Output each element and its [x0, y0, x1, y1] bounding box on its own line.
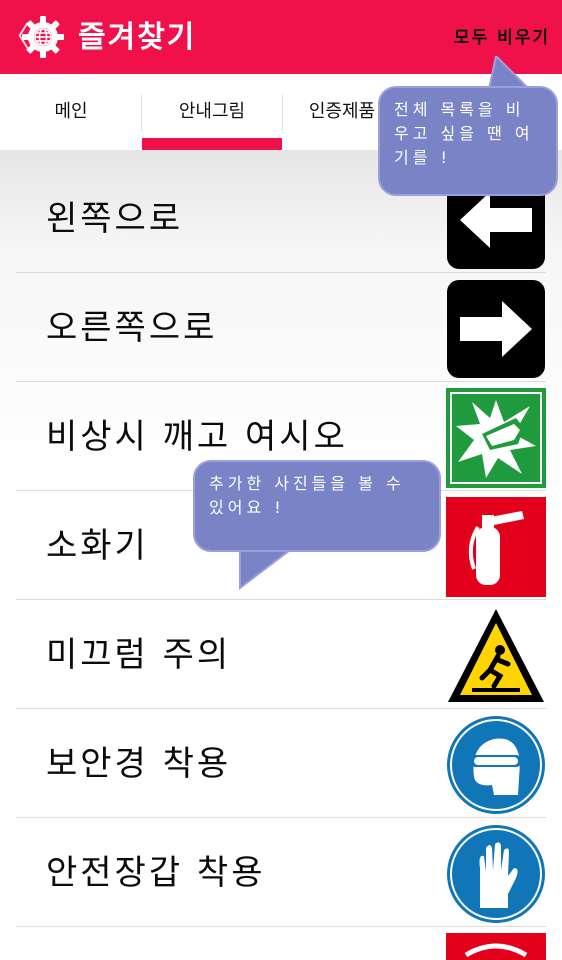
- divider: [16, 599, 546, 600]
- page-title: 즐겨찾기: [78, 20, 197, 55]
- tab-selected-indicator: [142, 138, 282, 150]
- list-item-label: 안전장갑 착용: [46, 853, 266, 893]
- slippery-warning-icon: [448, 609, 544, 702]
- divider: [16, 817, 546, 818]
- list-item[interactable]: 안전장갑 착용: [16, 819, 546, 927]
- divider: [16, 381, 546, 382]
- list-item[interactable]: 미끄럼 주의: [16, 601, 546, 709]
- arrow-right-icon: [447, 280, 545, 378]
- list-item[interactable]: 오른쪽으로: [16, 274, 546, 382]
- divider: [16, 272, 546, 273]
- tab-main[interactable]: 메인: [0, 74, 142, 150]
- clear-all-button[interactable]: 모두 비우기: [454, 24, 550, 52]
- list-item-label: 왼쪽으로: [46, 199, 184, 239]
- gear-globe-icon: [22, 16, 64, 58]
- list-item[interactable]: [16, 928, 546, 960]
- partial-red-sign-icon: [446, 933, 546, 960]
- list-item[interactable]: 보안경 착용: [16, 710, 546, 818]
- divider: [16, 708, 546, 709]
- list-item-label: 소화기: [46, 526, 149, 566]
- list-item-label: 보안경 착용: [46, 744, 232, 784]
- safety-gloves-icon: [447, 825, 545, 923]
- back-button[interactable]: 〈: [2, 20, 30, 54]
- tooltip-list-hint: 추가한 사진들을 볼 수 있어요 !: [193, 460, 441, 552]
- safety-goggles-icon: [447, 716, 545, 814]
- break-glass-icon: [446, 388, 546, 488]
- divider: [16, 926, 546, 927]
- fire-extinguisher-icon: [446, 497, 546, 597]
- list-item-label: 미끄럼 주의: [46, 635, 232, 675]
- tooltip-clear-hint: 전체 목록을 비우고 싶을 땐 여기를 !: [378, 86, 558, 196]
- list-item-label: 오른쪽으로: [46, 308, 218, 348]
